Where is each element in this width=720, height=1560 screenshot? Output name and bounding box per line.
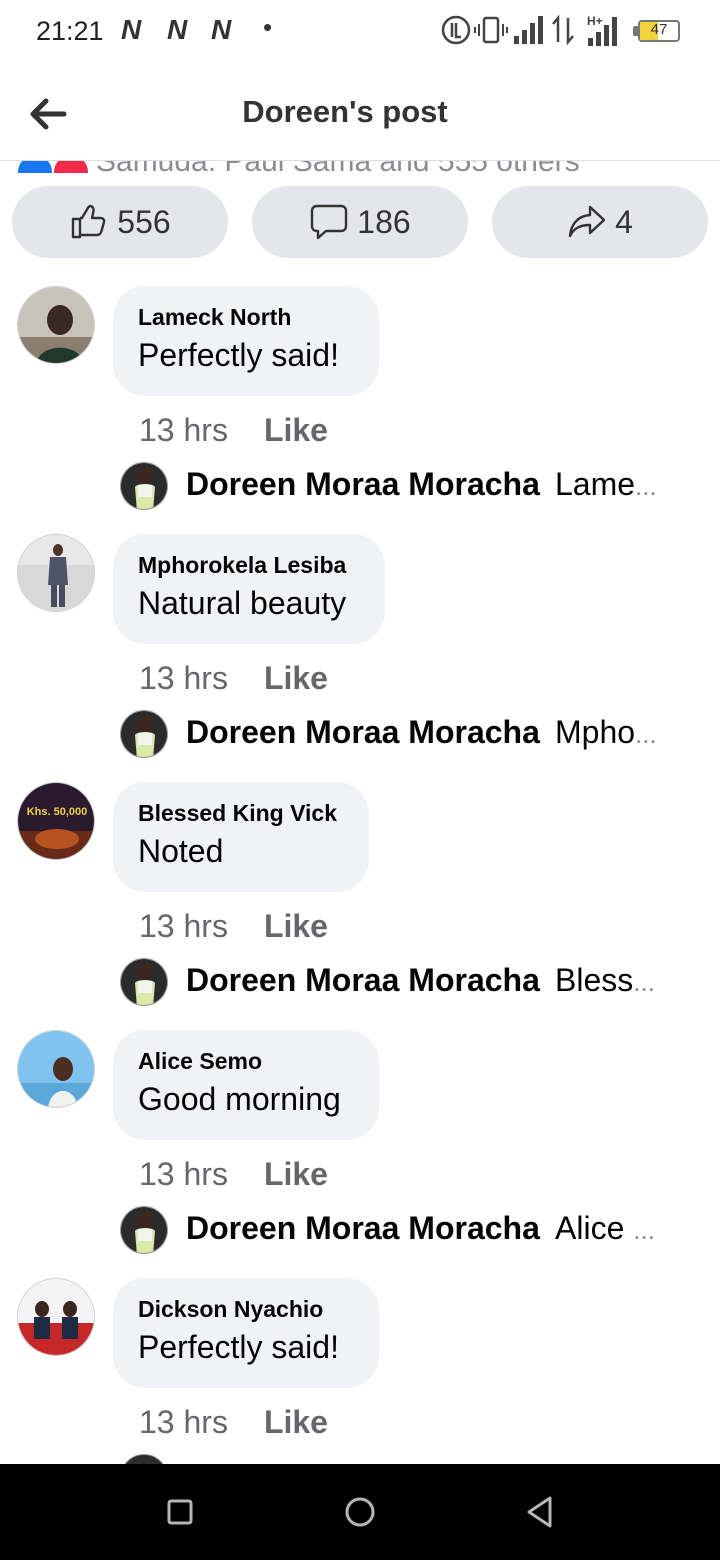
comment-item: Alice Semo Good morning 13 hrs Like Doree…: [0, 1030, 720, 1278]
comment-bubble[interactable]: Blessed King Vick Noted: [113, 782, 369, 892]
comment-item: Lameck North Perfectly said! 13 hrs Like …: [0, 286, 720, 534]
comment-bubble[interactable]: Alice Semo Good morning: [113, 1030, 379, 1140]
notification-n-icon: N: [211, 14, 231, 45]
commenter-name[interactable]: Lameck North: [138, 304, 351, 331]
avatar[interactable]: [17, 534, 95, 612]
home-icon[interactable]: [340, 1492, 380, 1532]
post-header: Doreen's post: [0, 66, 720, 161]
reply-author-name: Doreen Moraa Moracha: [186, 1210, 540, 1246]
comment-icon: [311, 204, 348, 240]
comment-like-button[interactable]: Like: [264, 1156, 328, 1192]
comment-like-button[interactable]: Like: [264, 1404, 328, 1440]
avatar[interactable]: [17, 1030, 95, 1108]
comment-item: Khs. 50,000 Blessed King Vick Noted 13 h…: [0, 782, 720, 1030]
svg-text:H+: H+: [587, 14, 603, 28]
like-button[interactable]: 556: [12, 186, 228, 258]
commenter-name[interactable]: Alice Semo: [138, 1048, 351, 1075]
reply-preview[interactable]: Doreen Moraa Moracha Alice ...: [120, 1206, 680, 1256]
share-button[interactable]: 4: [492, 186, 708, 258]
notification-n-icon: N: [167, 14, 187, 45]
status-bar: 21:21 N N N • H+ 47: [0, 0, 720, 66]
recent-apps-icon[interactable]: [160, 1492, 200, 1532]
comment-time: 13 hrs: [139, 412, 228, 448]
comment-bubble[interactable]: Mphorokela Lesiba Natural beauty: [113, 534, 385, 644]
comment-like-button[interactable]: Like: [264, 908, 328, 944]
vibrate-icon: [474, 16, 508, 44]
comment-like-button[interactable]: Like: [264, 412, 328, 448]
comment-text: Good morning: [138, 1081, 341, 1117]
status-dot: •: [263, 12, 273, 42]
share-count: 4: [615, 203, 633, 240]
commenter-name[interactable]: Dickson Nyachio: [138, 1296, 351, 1323]
commenter-name[interactable]: Blessed King Vick: [138, 800, 341, 827]
reply-preview[interactable]: Doreen Moraa Moracha Bless...: [120, 958, 680, 1008]
avatar: [120, 1206, 168, 1254]
signal-icon: [514, 16, 543, 44]
reply-snippet: Lame...: [555, 466, 657, 502]
reply-snippet: Mpho...: [555, 714, 657, 750]
comment-meta: 13 hrs Like: [139, 908, 328, 945]
status-time: 21:21: [36, 16, 104, 46]
battery-level: 47: [650, 21, 668, 38]
commenter-name[interactable]: Mphorokela Lesiba: [138, 552, 357, 579]
avatar: [120, 710, 168, 758]
reply-snippet: Alice ...: [555, 1210, 655, 1246]
comment-time: 13 hrs: [139, 660, 228, 696]
reply-preview[interactable]: Doreen Moraa Moracha Lame...: [120, 462, 680, 512]
share-icon: [568, 205, 606, 238]
comment-bubble[interactable]: Lameck North Perfectly said!: [113, 286, 379, 396]
data-arrows-icon: [552, 14, 574, 46]
reply-author-name: Doreen Moraa Moracha: [186, 466, 540, 502]
avatar[interactable]: [17, 286, 95, 364]
comment-time: 13 hrs: [139, 1156, 228, 1192]
comment-count: 186: [357, 203, 411, 240]
like-count: 556: [117, 203, 171, 240]
comment-button[interactable]: 186: [252, 186, 468, 258]
reply-snippet: Bless...: [555, 962, 655, 998]
comment-meta: 13 hrs Like: [139, 1156, 328, 1193]
reply-author-name: Doreen Moraa Moracha: [186, 962, 540, 998]
volte-icon: [441, 15, 471, 45]
comment-text: Perfectly said!: [138, 337, 339, 373]
comment-like-button[interactable]: Like: [264, 660, 328, 696]
comment-time: 13 hrs: [139, 908, 228, 944]
comment-bubble[interactable]: Dickson Nyachio Perfectly said!: [113, 1278, 379, 1388]
notification-n-icon: N: [121, 14, 141, 45]
comment-text: Natural beauty: [138, 585, 347, 621]
back-icon[interactable]: [520, 1492, 560, 1532]
comment-meta: 13 hrs Like: [139, 1404, 328, 1441]
avatar: [120, 958, 168, 1006]
system-nav-bar: [0, 1464, 720, 1560]
comment-item: Mphorokela Lesiba Natural beauty 13 hrs L…: [0, 534, 720, 782]
thumbs-up-icon: [72, 204, 106, 239]
page-title: Doreen's post: [242, 94, 448, 129]
avatar[interactable]: Khs. 50,000: [17, 782, 95, 860]
comment-meta: 13 hrs Like: [139, 412, 328, 449]
avatar-promo-text: Khs. 50,000: [27, 806, 88, 818]
avatar[interactable]: [17, 1278, 95, 1356]
comment-time: 13 hrs: [139, 1404, 228, 1440]
comment-text: Perfectly said!: [138, 1329, 339, 1365]
comment-meta: 13 hrs Like: [139, 660, 328, 697]
comment-text: Noted: [138, 833, 224, 869]
reply-preview[interactable]: Doreen Moraa Moracha Mpho...: [120, 710, 680, 760]
reply-author-name: Doreen Moraa Moracha: [186, 714, 540, 750]
avatar: [120, 462, 168, 510]
hplus-signal-icon: H+: [587, 14, 617, 46]
